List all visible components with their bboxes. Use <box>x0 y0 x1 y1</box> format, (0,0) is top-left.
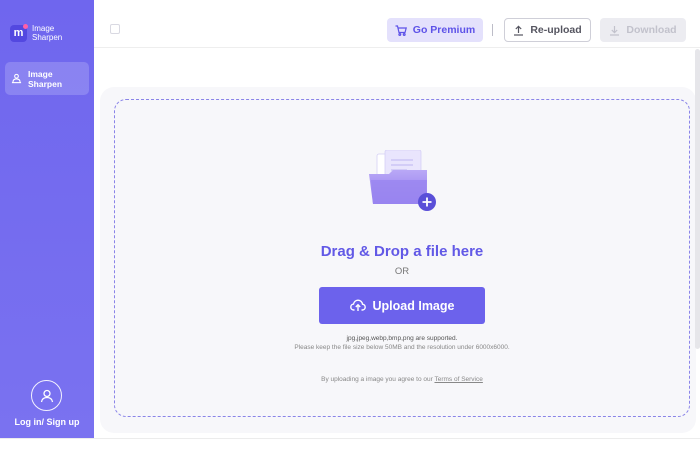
go-premium-button[interactable]: Go Premium <box>387 18 483 42</box>
user-icon <box>40 389 53 402</box>
terms-of-service-link[interactable]: Terms of Service <box>434 376 482 383</box>
upload-card: Drag & Drop a file here OR Upload Image … <box>100 87 696 433</box>
sidebar-item-label-line1: Image <box>28 68 53 79</box>
drop-zone[interactable]: Drag & Drop a file here OR Upload Image … <box>114 99 690 417</box>
drop-title: Drag & Drop a file here <box>320 243 484 260</box>
scrollbar[interactable] <box>695 49 700 349</box>
sidebar: m Image Sharpen Image Sharpen Log in/ Si… <box>0 0 94 438</box>
download-label: Download <box>626 24 677 36</box>
re-upload-label: Re-upload <box>530 24 582 36</box>
download-icon <box>610 25 620 36</box>
go-premium-label: Go Premium <box>412 24 476 36</box>
brand[interactable]: m Image Sharpen <box>10 23 62 42</box>
brand-name: Image Sharpen <box>32 24 62 42</box>
cart-icon <box>395 24 407 36</box>
cloud-upload-icon <box>349 299 366 311</box>
terms-notice: By uploading a image you agree to our Te… <box>115 376 689 383</box>
sidebar-item-label: Image Sharpen <box>28 69 62 89</box>
terms-prefix: By uploading a image you agree to our <box>321 376 435 383</box>
toolbar-divider <box>492 24 493 36</box>
supported-formats-text: jpg,jpeg,webp,bmp,png are supported. <box>346 335 458 342</box>
upload-image-label: Upload Image <box>372 298 455 313</box>
re-upload-button[interactable]: Re-upload <box>504 18 591 42</box>
upload-icon <box>514 24 524 36</box>
sidebar-item-label-line2: Sharpen <box>28 78 63 89</box>
upload-image-button[interactable]: Upload Image <box>319 287 485 324</box>
top-bar: Go Premium Re-upload Download <box>94 0 700 48</box>
main-content: Drag & Drop a file here OR Upload Image … <box>94 49 700 438</box>
folder-add-icon <box>369 150 436 211</box>
panel-toggle-icon[interactable] <box>110 24 120 34</box>
brand-name-line1: Image <box>32 24 55 33</box>
download-button[interactable]: Download <box>600 18 686 42</box>
app-window: m Image Sharpen Image Sharpen Log in/ Si… <box>0 0 700 450</box>
file-limits-text: Please keep the file size below 50MB and… <box>294 344 510 351</box>
avatar[interactable] <box>31 380 62 411</box>
login-signup-link[interactable]: Log in/ Sign up <box>0 417 94 427</box>
brand-name-line2: Sharpen <box>32 33 63 42</box>
image-sharpen-icon <box>11 73 22 84</box>
brand-logo-icon: m <box>10 23 28 42</box>
sidebar-item-image-sharpen[interactable]: Image Sharpen <box>5 62 89 95</box>
bottom-strip <box>0 438 700 450</box>
or-separator: OR <box>394 266 410 277</box>
